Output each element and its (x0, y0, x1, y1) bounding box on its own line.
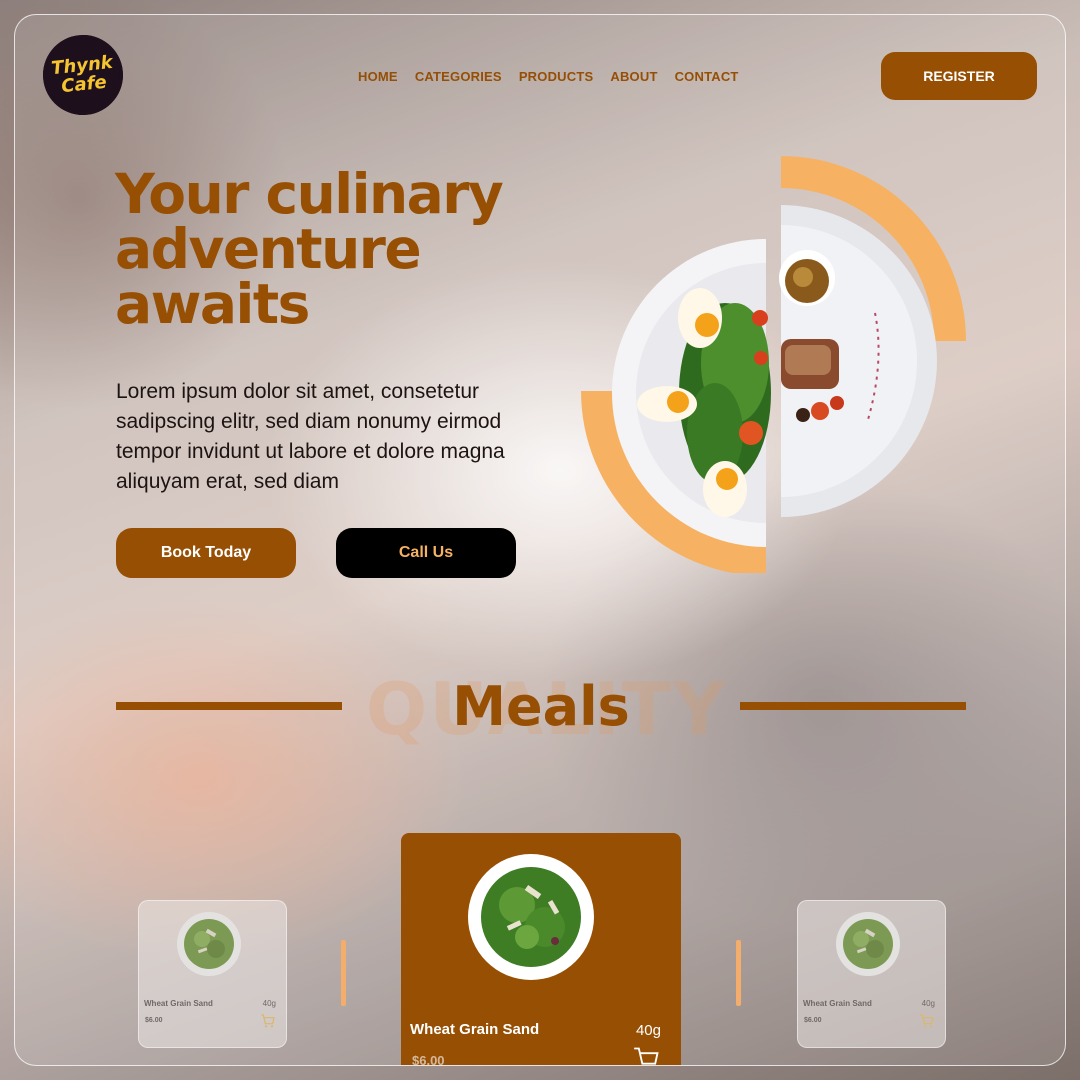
meal-name: Wheat Grain Sand (144, 999, 213, 1008)
meal-weight: 40g (262, 999, 276, 1008)
meal-card-left[interactable]: Wheat Grain Sand 40g $6.00 (138, 900, 287, 1048)
call-us-button[interactable]: Call Us (336, 528, 516, 578)
meal-name: Wheat Grain Sand (410, 1021, 540, 1038)
hero-food-image (581, 156, 966, 573)
meals-section-header: QUALITY Meals (116, 667, 966, 751)
book-today-button[interactable]: Book Today (116, 528, 296, 578)
shopping-cart-icon[interactable] (633, 1045, 661, 1066)
thynk-cafe-logo[interactable]: Thynk Cafe (39, 31, 127, 119)
hero-title: Your culinary adventure awaits (115, 162, 504, 336)
meal-card-featured[interactable]: Wheat Grain Sand 40g $6.00 (401, 833, 681, 1066)
main-nav: HOME CATEGORIES PRODUCTS ABOUT CONTACT (358, 69, 739, 84)
logo-line-2: Cafe (60, 71, 108, 98)
carousel-divider-right (736, 940, 741, 1006)
meal-name: Wheat Grain Sand (803, 999, 872, 1008)
meal-price: $6.00 (412, 1053, 445, 1066)
nav-products[interactable]: PRODUCTS (519, 69, 594, 84)
shopping-cart-icon[interactable] (919, 1013, 935, 1029)
nav-categories[interactable]: CATEGORIES (415, 69, 502, 84)
register-button[interactable]: REGISTER (881, 52, 1037, 100)
nav-home[interactable]: HOME (358, 69, 398, 84)
nav-contact[interactable]: CONTACT (675, 69, 739, 84)
meal-price: $6.00 (145, 1017, 163, 1024)
shopping-cart-icon[interactable] (260, 1013, 276, 1029)
carousel-divider-left (341, 940, 346, 1006)
meal-weight: 40g (921, 999, 935, 1008)
hero-description: Lorem ipsum dolor sit amet, consetetur s… (116, 380, 505, 493)
salad-plate-image (468, 854, 594, 980)
section-title: Meals (452, 675, 630, 738)
nav-about[interactable]: ABOUT (610, 69, 657, 84)
meal-price: $6.00 (804, 1017, 822, 1024)
section-divider-right (740, 702, 966, 710)
page-frame: Thynk Cafe HOME CATEGORIES PRODUCTS ABOU… (14, 14, 1066, 1066)
salad-plate-image (836, 912, 900, 976)
section-divider-left (116, 702, 342, 710)
salad-plate-image (177, 912, 241, 976)
meal-weight: 40g (635, 1022, 661, 1039)
meal-card-right[interactable]: Wheat Grain Sand 40g $6.00 (797, 900, 946, 1048)
